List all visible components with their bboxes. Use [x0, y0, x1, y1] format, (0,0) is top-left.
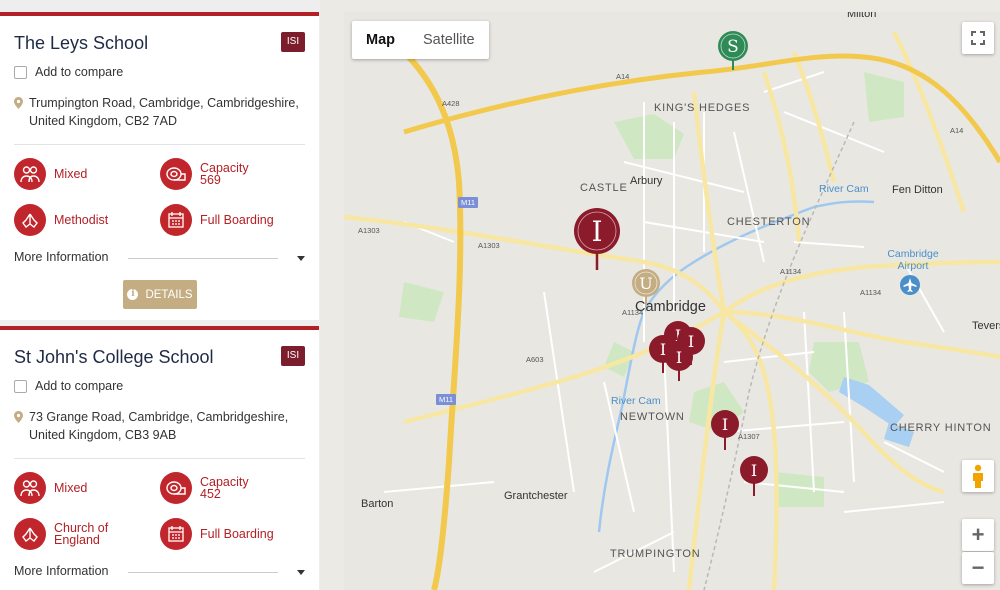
location-pin-icon	[14, 97, 23, 109]
road-label: A1134	[622, 308, 644, 317]
map-canvas[interactable]: KING'S HEDGES CASTLE Arbury CHESTERTON F…	[344, 12, 1000, 590]
road-label: A1303	[358, 226, 380, 235]
airport-label: Cambridge Airport	[887, 248, 939, 272]
river-label: River Cam	[611, 395, 661, 407]
marker-letter: U	[639, 274, 652, 293]
school-name[interactable]: The Leys School	[14, 33, 148, 54]
chevron-down-icon[interactable]	[297, 570, 305, 575]
river-label: River Cam	[819, 183, 869, 195]
compare-toggle[interactable]: Add to compare	[14, 65, 123, 79]
school-name[interactable]: St John's College School	[14, 347, 214, 368]
feature-gender: Mixed	[14, 472, 87, 504]
capacity-icon	[160, 158, 192, 190]
chevron-down-icon[interactable]	[297, 256, 305, 261]
people-icon	[14, 472, 46, 504]
praying-hands-icon	[14, 518, 46, 550]
more-information-toggle[interactable]: More Information	[14, 564, 108, 578]
compare-label: Add to compare	[35, 379, 124, 393]
isi-badge: ISI	[281, 32, 305, 52]
praying-hands-icon	[14, 204, 46, 236]
road-label: A14	[950, 126, 964, 135]
info-icon: i	[127, 289, 139, 300]
school-marker-pin[interactable]: I	[710, 409, 740, 451]
divider	[14, 144, 305, 145]
marker-letter: I	[591, 215, 602, 248]
area-label: Fen Ditton	[892, 184, 943, 196]
road-label: A1303	[478, 241, 500, 250]
area-label: CHERRY HINTON	[890, 422, 992, 434]
area-label: Milton	[847, 12, 877, 20]
school-marker-pin[interactable]: I	[739, 455, 769, 497]
boarding-calendar-icon	[160, 204, 192, 236]
area-label: Tevers	[972, 320, 1000, 332]
compare-label: Add to compare	[35, 65, 124, 79]
school-marker-pin[interactable]: I	[572, 207, 622, 271]
compare-checkbox[interactable]	[14, 65, 27, 79]
map-type-control: Map Satellite	[352, 21, 489, 59]
road-badge: M11	[436, 394, 457, 405]
street-view-pegman[interactable]	[962, 460, 994, 492]
feature-capacity: Capacity 569	[160, 158, 249, 190]
feature-capacity: Capacity 452	[160, 472, 249, 504]
area-label: Arbury	[630, 175, 663, 187]
airport-icon	[900, 275, 920, 295]
compare-toggle[interactable]: Add to compare	[14, 379, 123, 393]
fullscreen-button[interactable]	[962, 22, 994, 54]
pegman-icon	[973, 464, 983, 488]
people-icon	[14, 158, 46, 190]
map-type-satellite-button[interactable]: Satellite	[409, 21, 489, 59]
area-label: KING'S HEDGES	[654, 102, 751, 114]
school-marker-pin[interactable]: I	[664, 342, 694, 382]
feature-boarding: Full Boarding	[160, 204, 274, 236]
feature-religion: Church of England	[14, 518, 124, 550]
area-label: CASTLE	[580, 182, 628, 194]
divider	[14, 458, 305, 459]
isi-badge: ISI	[281, 346, 305, 366]
marker-letter: I	[722, 415, 728, 434]
road-label: A14	[616, 72, 630, 81]
feature-boarding: Full Boarding	[160, 518, 274, 550]
divider	[128, 258, 278, 259]
road-label: A1307	[738, 432, 760, 441]
area-label: NEWTOWN	[620, 411, 685, 423]
school-card: The Leys School ISI Add to compare Trump…	[0, 12, 319, 320]
road-label: A428	[442, 99, 460, 108]
feature-gender: Mixed	[14, 158, 87, 190]
road-label: A1134	[780, 267, 802, 276]
marker-letter: I	[676, 348, 682, 367]
divider	[128, 572, 278, 573]
area-label: CHESTERTON	[727, 216, 811, 228]
zoom-in-button[interactable]: +	[962, 519, 994, 551]
road-label: A1134	[860, 288, 882, 297]
more-information-toggle[interactable]: More Information	[14, 250, 108, 264]
school-address: 73 Grange Road, Cambridge, Cambridgeshir…	[14, 409, 309, 444]
school-address: Trumpington Road, Cambridge, Cambridgesh…	[14, 95, 309, 130]
zoom-out-button[interactable]: −	[962, 552, 994, 584]
area-label: TRUMPINGTON	[610, 548, 701, 560]
compare-checkbox[interactable]	[14, 379, 27, 393]
location-pin-icon	[14, 411, 23, 423]
fullscreen-icon	[971, 31, 985, 45]
marker-letter: I	[751, 461, 757, 480]
school-marker-pin[interactable]: U	[631, 268, 661, 308]
capacity-icon	[160, 472, 192, 504]
school-marker-pin[interactable]: S	[717, 30, 749, 72]
boarding-calendar-icon	[160, 518, 192, 550]
feature-religion: Methodist	[14, 204, 108, 236]
road-label: A603	[526, 355, 544, 364]
area-label: Barton	[361, 498, 394, 510]
map-type-map-button[interactable]: Map	[352, 21, 409, 59]
marker-letter: S	[727, 37, 739, 57]
details-button[interactable]: i DETAILS	[123, 280, 197, 309]
school-card: St John's College School ISI Add to comp…	[0, 326, 319, 590]
school-list: The Leys School ISI Add to compare Trump…	[0, 0, 320, 590]
area-label: Grantchester	[504, 490, 568, 502]
road-badge: M11	[458, 197, 479, 208]
